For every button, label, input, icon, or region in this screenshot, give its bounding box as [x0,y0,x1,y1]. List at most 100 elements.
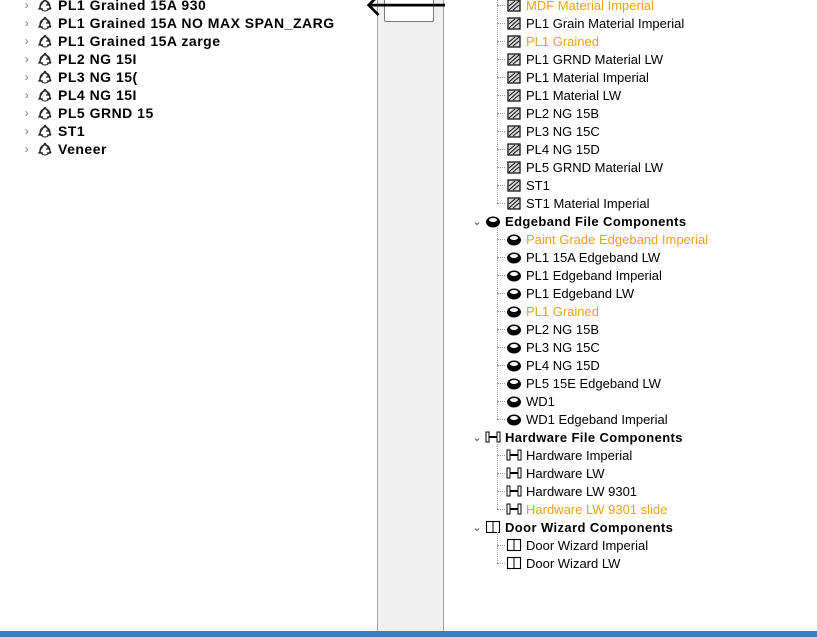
tree-item[interactable]: PL1 Material LW [506,86,621,104]
tree-connector-line [497,203,505,204]
tree-item-label: WD1 [526,393,555,409]
door-wizard-icon [485,520,501,534]
chevron-right-icon[interactable]: › [20,106,34,120]
tree-item[interactable]: Hardware LW 9301 [506,482,637,500]
material-icon [507,179,521,192]
tree-item[interactable]: PL1 15A Edgeband LW [506,248,660,266]
tree-group[interactable]: ⌄ Edgeband File Components [471,212,687,230]
tree-item[interactable]: PL2 NG 15B [506,320,599,338]
tree-item[interactable]: PL5 GRND Material LW [506,158,663,176]
tree-group[interactable]: ⌄ Hardware File Components [471,428,683,446]
edgeband-icon [507,234,521,246]
material-icon [507,0,521,12]
material-icon [507,71,521,84]
tree-item[interactable]: › PL1 Grained 15A 930 [20,0,206,14]
tree-item[interactable]: PL1 Edgeband LW [506,284,634,302]
recycle-icon [38,142,52,156]
chevron-right-icon[interactable]: › [20,16,34,30]
tree-item[interactable]: WD1 [506,392,555,410]
tree-item[interactable]: Paint Grade Edgeband Imperial [506,230,708,248]
tree-item[interactable]: ST1 Material Imperial [506,194,650,212]
material-icon [507,53,521,66]
material-icon [507,161,521,174]
tree-connector-line [497,383,505,384]
tree-item[interactable]: ST1 [506,176,550,194]
tree-item[interactable]: › PL3 NG 15( [20,68,138,86]
tree-connector-line [497,329,505,330]
tree-item[interactable]: Hardware Imperial [506,446,632,464]
tree-item-label: PL1 Edgeband LW [526,285,635,301]
edgeband-icon [486,216,500,228]
door-wizard-icon [506,556,522,570]
tree-item[interactable]: MDF Material Imperial [506,0,654,14]
back-arrow-button[interactable]: 🡐 [363,0,455,22]
chevron-right-icon[interactable]: › [20,70,34,84]
tree-item[interactable]: PL1 Grain Material Imperial [506,14,684,32]
hardware-icon [506,485,522,497]
tree-item[interactable]: Hardware LW 9301 slide [506,500,667,518]
tree-item-label: PL1 GRND Material LW [526,51,664,67]
tree-item-label: Door Wizard LW [526,555,621,571]
tree-item[interactable]: Door Wizard Imperial [506,536,648,554]
tree-item[interactable]: PL3 NG 15C [506,122,600,140]
tree-item[interactable]: › ST1 [20,122,85,140]
chevron-right-icon[interactable]: › [20,52,34,66]
tree-item[interactable]: › PL2 NG 15I [20,50,137,68]
tree-item-label: PL1 15A Edgeband LW [526,249,661,265]
tree-item[interactable]: › PL1 Grained 15A zarge [20,32,220,50]
tree-item[interactable]: PL1 Grained [506,302,599,320]
edgeband-icon [507,414,521,426]
tree-item[interactable]: PL2 NG 15B [506,104,599,122]
tree-item[interactable]: PL1 Edgeband Imperial [506,266,662,284]
tree-item[interactable]: PL1 GRND Material LW [506,50,663,68]
material-icon [507,197,521,210]
chevron-down-icon[interactable]: ⌄ [471,521,483,534]
chevron-right-icon[interactable]: › [20,34,34,48]
tree-connector-line [497,23,505,24]
tree-item-label: MDF Material Imperial [526,0,654,13]
tree-item-label: Door Wizard Imperial [526,537,649,553]
tree-item[interactable]: PL4 NG 15D [506,356,600,374]
edgeband-icon [507,378,521,390]
tree-item[interactable]: Door Wizard LW [506,554,620,572]
tree-connector-line [497,545,505,546]
material-icon [507,17,521,30]
tree-item[interactable]: › PL5 GRND 15 [20,104,154,122]
tree-item-label: ST1 [58,123,86,139]
tree-group[interactable]: ⌄ Door Wizard Components [471,518,673,536]
left-tree-panel: › PL1 Grained 15A 930 › PL1 Grained 15A NO … [0,0,376,631]
tree-item-label: PL3 NG 15C [526,339,600,355]
chevron-down-icon[interactable]: ⌄ [471,215,483,228]
tree-connector-line [497,532,498,563]
chevron-right-icon[interactable]: › [20,0,34,12]
edgeband-icon [507,342,521,354]
tree-item[interactable]: › Veneer [20,140,107,158]
hardware-icon [506,503,522,515]
tree-item-label: PL1 Grained [526,303,599,319]
chevron-right-icon[interactable]: › [20,88,34,102]
tree-connector-line [497,419,505,420]
tree-item[interactable]: PL5 15E Edgeband LW [506,374,661,392]
tree-item[interactable]: PL1 Material Imperial [506,68,649,86]
tree-item[interactable]: PL3 NG 15C [506,338,600,356]
tree-item-label: PL4 NG 15D [526,141,600,157]
edgeband-icon [507,396,521,408]
tree-connector-line [497,293,505,294]
tree-item[interactable]: › PL4 NG 15I [20,86,137,104]
tree-item[interactable]: Hardware LW [506,464,605,482]
tree-item-label: Veneer [58,141,107,157]
tree-item-label: PL5 GRND 15 [58,105,154,121]
tree-item[interactable]: › PL1 Grained 15A NO MAX SPAN_ZARG [20,14,335,32]
bottom-status-bar [0,631,817,637]
tree-item[interactable]: WD1 Edgeband Imperial [506,410,668,428]
tree-item[interactable]: PL1 Grained [506,32,599,50]
tree-item-label: PL1 Material Imperial [526,69,649,85]
tree-item-label: Hardware Imperial [526,447,633,463]
chevron-down-icon[interactable]: ⌄ [471,431,483,444]
chevron-right-icon[interactable]: › [20,142,34,156]
tree-connector-line [497,365,505,366]
chevron-right-icon[interactable]: › [20,124,34,138]
tree-item[interactable]: PL4 NG 15D [506,140,600,158]
hardware-icon [506,467,522,479]
left-arrow-icon: 🡐 [363,0,455,24]
